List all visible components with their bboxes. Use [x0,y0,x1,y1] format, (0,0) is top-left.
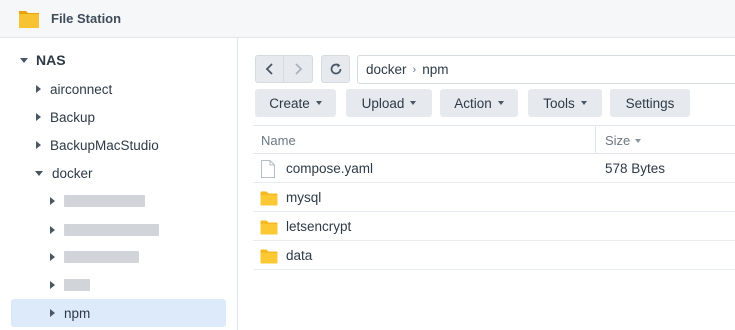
chevron-down-icon[interactable] [35,170,43,176]
file-row[interactable]: data [253,241,735,270]
chevron-left-icon [265,63,273,75]
redacted-label [64,279,90,291]
chevron-right-icon[interactable] [50,253,55,261]
file-row[interactable]: letsencrypt [253,212,735,241]
sidebar: NAS airconnect Backup BackupMacStudio do… [0,38,238,330]
tools-button[interactable]: Tools [528,89,602,117]
title-bar: File Station [0,0,735,38]
app-title: File Station [51,11,122,26]
file-size: 578 Bytes [605,161,666,176]
sidebar-root-nas[interactable]: NAS [20,46,66,74]
redacted-label [64,251,139,263]
redacted-label [64,195,145,207]
file-name: compose.yaml [286,161,374,176]
caret-down-icon [580,101,587,105]
create-button[interactable]: Create [255,89,336,117]
folder-icon [260,191,278,206]
sidebar-root-label: NAS [36,52,66,68]
column-name[interactable]: Name [261,133,296,148]
tools-label: Tools [543,95,575,111]
file-row[interactable]: mysql [253,183,735,212]
column-size-label: Size [605,133,631,148]
refresh-button[interactable] [321,55,350,83]
sidebar-child-npm[interactable]: npm [50,299,90,327]
list-header: Name Size [253,125,735,154]
folder-icon [260,220,278,235]
chevron-right-icon[interactable] [36,113,41,121]
sidebar-child-redacted-3[interactable] [50,243,139,271]
create-label: Create [269,95,310,111]
chevron-right-icon[interactable] [36,85,41,93]
breadcrumb-npm[interactable]: npm [422,62,448,77]
breadcrumb-docker[interactable]: docker [366,62,407,77]
sidebar-item-backupmacstudio[interactable]: BackupMacStudio [36,131,159,159]
settings-button[interactable]: Settings [610,89,690,117]
sidebar-item-backup[interactable]: Backup [36,103,95,131]
refresh-icon [330,63,341,75]
column-size[interactable]: Size [605,133,642,148]
sidebar-item-label: BackupMacStudio [50,137,159,153]
folder-icon [260,249,278,264]
settings-label: Settings [625,95,675,111]
upload-label: Upload [361,95,405,111]
chevron-down-icon[interactable] [20,57,28,63]
column-divider [595,126,596,154]
sidebar-item-docker[interactable]: docker [35,159,93,187]
sidebar-item-label: airconnect [50,81,113,97]
upload-button[interactable]: Upload [346,89,432,117]
forward-button[interactable] [284,55,313,83]
chevron-right-icon[interactable] [50,281,55,289]
breadcrumb-separator-icon: › [412,63,417,76]
sidebar-child-redacted-1[interactable] [50,187,145,215]
file-name: data [286,248,313,263]
sidebar-child-redacted-4[interactable] [50,271,90,299]
action-button[interactable]: Action [440,89,518,117]
chevron-right-icon[interactable] [36,141,41,149]
file-station-icon [19,11,39,28]
sidebar-child-redacted-2[interactable] [50,216,159,244]
redacted-label [64,224,159,236]
caret-down-icon [410,101,417,105]
file-icon [261,160,275,178]
action-label: Action [454,95,492,111]
back-button[interactable] [255,55,284,83]
sidebar-item-label: Backup [50,109,96,125]
caret-down-icon [497,101,504,105]
sidebar-item-label: docker [52,165,93,181]
sidebar-item-airconnect[interactable]: airconnect [36,75,112,103]
chevron-right-icon[interactable] [50,226,55,234]
chevron-right-icon[interactable] [50,197,55,205]
path-bar[interactable]: docker › npm [357,55,735,84]
caret-down-icon [315,101,322,105]
chevron-right-icon[interactable] [50,309,55,317]
main-panel: docker › npm Create Upload Action Tools … [239,38,735,330]
sidebar-item-label: npm [64,305,91,321]
sort-caret-icon [635,138,642,143]
selection-highlight [11,299,226,327]
chevron-right-icon [295,63,303,75]
file-row[interactable]: compose.yaml 578 Bytes [253,154,735,183]
file-name: letsencrypt [286,219,352,234]
file-name: mysql [286,190,322,205]
